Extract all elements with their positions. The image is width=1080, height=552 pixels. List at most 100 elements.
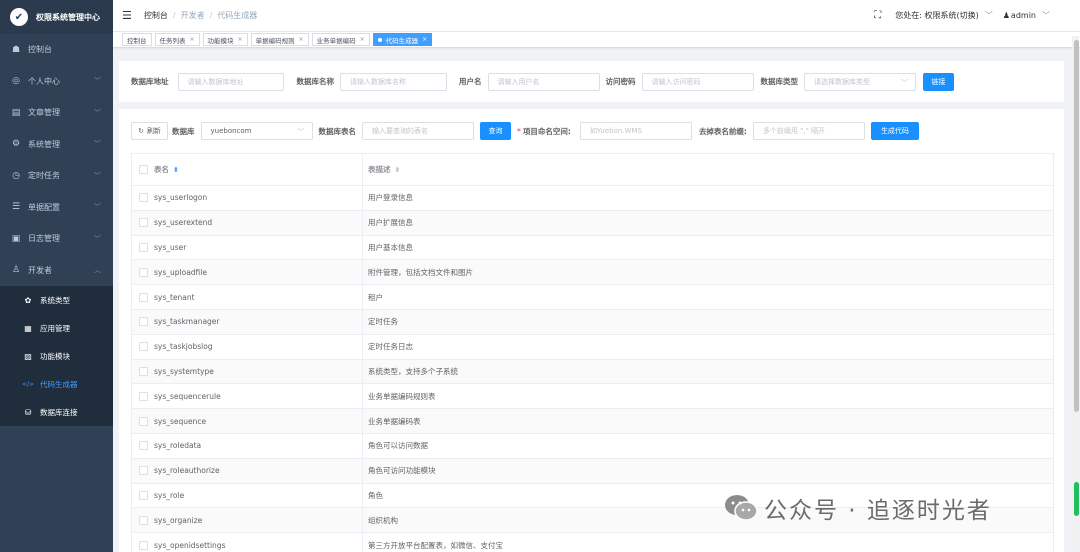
sidebar-item[interactable]: ☰ 单据配置 ﹀ xyxy=(0,192,113,224)
password-input[interactable]: 请输入访问密码 xyxy=(641,72,754,91)
close-icon[interactable]: × xyxy=(360,36,365,43)
sidebar-subitem[interactable]: ⛁ 数据库连接 xyxy=(0,398,113,426)
table-row[interactable]: sys_systemtype 系统类型，支持多个子系统 xyxy=(132,359,1053,385)
row-checkbox[interactable] xyxy=(138,540,148,550)
sidebar-item[interactable]: ♙ 开发者 ︿ xyxy=(0,255,113,287)
select-all-checkbox[interactable] xyxy=(138,165,148,174)
breadcrumb-separator: / xyxy=(172,11,176,20)
close-icon[interactable]: × xyxy=(299,36,304,43)
table-row[interactable]: sys_openidsettings 第三方开放平台配置表，如微信、支付宝 xyxy=(132,533,1053,552)
sidebar-item[interactable]: ◷ 定时任务 ﹀ xyxy=(0,160,113,192)
table-row[interactable]: sys_taskmanager 定时任务 xyxy=(132,309,1053,335)
table-row[interactable]: sys_roledata 角色可以访问数据 xyxy=(132,433,1053,459)
logo-icon: ✔ xyxy=(10,8,28,26)
tag-item[interactable]: 任务列表 × xyxy=(154,33,200,46)
row-checkbox[interactable] xyxy=(138,366,148,376)
table-header: 表名 ⬍ 表描述 ⬍ xyxy=(132,154,1053,186)
fullscreen-icon[interactable]: ⛶ xyxy=(874,10,881,21)
sort-ascending-icon[interactable]: ⬍ xyxy=(173,166,179,174)
row-checkbox[interactable] xyxy=(138,416,148,426)
sidebar-subitem[interactable]: ✿ 系统类型 xyxy=(0,286,113,314)
table-name-cell: sys_taskmanager xyxy=(154,309,363,334)
db-address-input[interactable]: 请输入数据库地址 xyxy=(177,72,284,91)
chevron-down-icon[interactable]: ﹀ xyxy=(1042,10,1050,21)
row-checkbox[interactable] xyxy=(138,342,148,352)
table-row[interactable]: sys_userextend 用户扩展信息 xyxy=(132,210,1053,236)
sort-icon[interactable]: ⬍ xyxy=(395,166,401,174)
row-checkbox[interactable] xyxy=(138,466,148,476)
sidebar-subitem[interactable]: ▨ 功能模块 xyxy=(0,342,113,370)
table-row[interactable]: sys_tenant 租户 xyxy=(132,285,1053,310)
sidebar-item[interactable]: ▤ 文章管理 ﹀ xyxy=(0,97,113,129)
sidebar-item[interactable]: ⚙ 系统管理 ﹀ xyxy=(0,129,113,161)
chevron-down-icon[interactable]: ﹀ xyxy=(985,10,993,21)
table-panel: ↻ 刷新 数据库 yueboncom ﹀ 数据库表名 输入要查询的表名 查询 *… xyxy=(119,109,1064,552)
sidebar-subitem[interactable]: ▦ 应用管理 xyxy=(0,314,113,342)
sidebar-item[interactable]: ☗ 控制台 xyxy=(0,34,113,66)
table-desc-cell: 业务单据编码表 xyxy=(368,416,421,426)
row-checkbox[interactable] xyxy=(138,193,148,203)
generate-code-button[interactable]: 生成代码 xyxy=(870,122,919,140)
table-row[interactable]: sys_taskjobslog 定时任务日志 xyxy=(132,334,1053,360)
gear-icon: ⚙ xyxy=(11,139,21,150)
namespace-input[interactable]: 如Yuebon.WMS xyxy=(579,122,692,140)
db-name-input[interactable]: 请输入数据库名称 xyxy=(340,72,447,91)
table-row[interactable]: sys_roleauthorize 角色可访问功能模块 xyxy=(132,458,1053,484)
table-row[interactable]: sys_user 用户基本信息 xyxy=(132,235,1053,261)
search-button[interactable]: 查询 xyxy=(480,122,511,140)
sidebar-menu: ☗ 控制台 ◎ 个人中心 ﹀ ▤ 文章管理 ﹀ ⚙ 系统管理 ﹀ ◷ 定时任务 ﹀ ☰ 单据配置 ﹀ ▣ 日志管理 ﹀… xyxy=(0,34,113,426)
breadcrumb-item[interactable]: 控制台 xyxy=(144,10,168,21)
sidebar-subitem-label: 代码生成器 xyxy=(40,379,78,389)
gear-icon: ✿ xyxy=(24,295,32,305)
database-select[interactable]: yueboncom ﹀ xyxy=(200,122,313,140)
clock-icon: ◷ xyxy=(12,170,20,181)
user-menu[interactable]: admin xyxy=(1011,11,1036,20)
table-row[interactable]: sys_uploadfile 附件管理，包括文档文件和图片 xyxy=(132,260,1053,286)
db-type-select[interactable]: 请选择数据库类型 ﹀ xyxy=(804,72,916,91)
table-row[interactable]: sys_userlogon 用户登录信息 xyxy=(132,186,1053,211)
row-checkbox[interactable] xyxy=(138,292,148,302)
row-check-cell xyxy=(132,366,154,376)
row-checkbox[interactable] xyxy=(138,242,148,252)
sidebar-item-label: 控制台 xyxy=(28,45,52,55)
hamburger-icon[interactable]: ☰ xyxy=(122,9,132,22)
table-name-input[interactable]: 输入要查询的表名 xyxy=(362,122,474,140)
row-checkbox[interactable] xyxy=(138,441,148,451)
row-checkbox[interactable] xyxy=(138,267,148,277)
main-content: 数据库地址 请输入数据库地址 数据库名称 请输入数据库名称 用户名 请输入用户名… xyxy=(113,49,1070,552)
close-icon[interactable]: × xyxy=(422,36,427,43)
sidebar-item[interactable]: ▣ 日志管理 ﹀ xyxy=(0,223,113,255)
scrollbar-thumb[interactable] xyxy=(1074,40,1079,412)
row-checkbox[interactable] xyxy=(138,490,148,500)
db-type-label: 数据库类型 xyxy=(760,77,799,86)
sidebar-item-label: 日志管理 xyxy=(28,234,60,244)
tag-item[interactable]: 控制台 xyxy=(122,33,152,46)
namespace-label-text: 项目命名空间: xyxy=(522,126,571,136)
header-name[interactable]: 表名 ⬍ xyxy=(154,154,363,185)
tag-item[interactable]: 代码生成器 × xyxy=(372,33,433,46)
sidebar-subitem[interactable]: </> 代码生成器 xyxy=(0,370,113,398)
row-checkbox[interactable] xyxy=(138,218,148,228)
table-row[interactable]: sys_sequencerule 业务单据编码规则表 xyxy=(132,384,1053,410)
header-desc[interactable]: 表描述 ⬍ xyxy=(363,154,1053,185)
chevron-down-icon: ﹀ xyxy=(94,108,101,117)
connect-button[interactable]: 链接 xyxy=(923,72,954,91)
row-checkbox[interactable] xyxy=(138,317,148,327)
prefix-input[interactable]: 多个前缀用 "," 隔开 xyxy=(752,122,865,140)
sidebar-subitem-label: 数据库连接 xyxy=(40,407,78,417)
row-checkbox[interactable] xyxy=(138,391,148,401)
tag-item[interactable]: 单据编码规则 × xyxy=(250,33,309,46)
tag-item[interactable]: 功能模块 × xyxy=(202,33,248,46)
system-switch[interactable]: 您处在: 权限系统(切换) xyxy=(895,10,978,21)
sidebar-item[interactable]: ◎ 个人中心 ﹀ xyxy=(0,66,113,98)
username-label: 用户名 xyxy=(459,77,482,86)
close-icon[interactable]: × xyxy=(238,36,243,43)
close-icon[interactable]: × xyxy=(190,36,195,43)
module-icon: ▨ xyxy=(24,351,32,361)
table-desc-cell: 业务单据编码规则表 xyxy=(368,391,436,401)
table-row[interactable]: sys_sequence 业务单据编码表 xyxy=(132,409,1053,434)
row-checkbox[interactable] xyxy=(138,515,148,525)
refresh-button[interactable]: ↻ 刷新 xyxy=(131,122,168,140)
username-input[interactable]: 请输入用户名 xyxy=(487,72,600,91)
tag-item[interactable]: 业务单据编码 × xyxy=(311,33,370,46)
